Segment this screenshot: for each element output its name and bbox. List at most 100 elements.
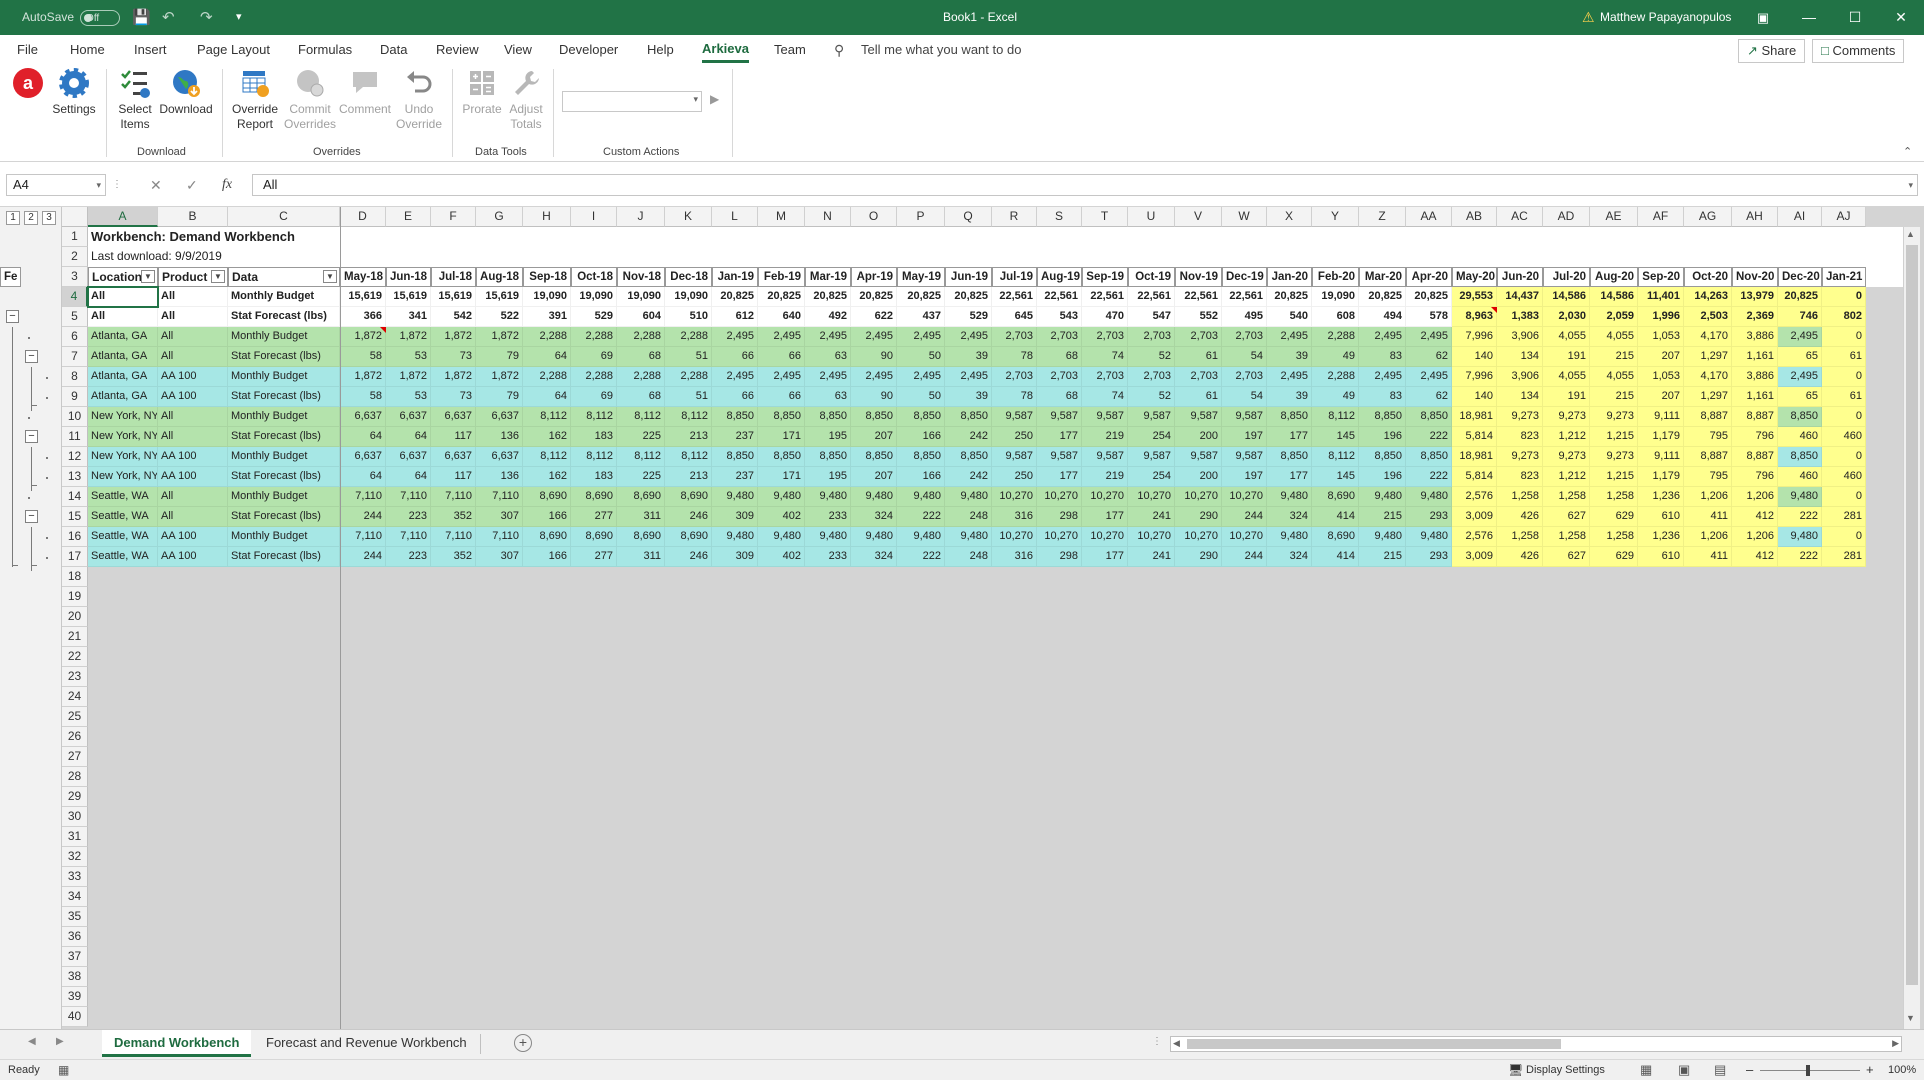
normal-view-icon[interactable]: ▦ xyxy=(1640,1060,1652,1080)
commit-overrides-button[interactable]: Commit Overrides xyxy=(282,67,338,132)
scroll-left-icon[interactable]: ◀ xyxy=(1173,1038,1180,1049)
cell-location[interactable]: Seattle, WA xyxy=(88,487,158,507)
cell-value[interactable]: 8,690 xyxy=(617,487,665,507)
cell-value[interactable]: 9,587 xyxy=(1128,407,1175,427)
override-report-button[interactable]: Override Report xyxy=(230,67,280,132)
cell-value[interactable]: 140 xyxy=(1452,347,1497,367)
horizontal-scrollbar[interactable]: ◀ ▶ xyxy=(1170,1036,1902,1052)
cell-value[interactable]: 20,825 xyxy=(1778,287,1822,307)
cell-value[interactable]: 604 xyxy=(617,307,665,327)
cell-value[interactable]: 9,480 xyxy=(1359,527,1406,547)
row-header-21[interactable]: 21 xyxy=(62,627,88,647)
cell-value[interactable]: 8,112 xyxy=(665,447,712,467)
cell-value[interactable]: 68 xyxy=(617,387,665,407)
cell-value[interactable]: 293 xyxy=(1406,507,1452,527)
cell-value[interactable]: 5,814 xyxy=(1452,427,1497,447)
zoom-slider[interactable] xyxy=(1760,1070,1860,1071)
cell-data[interactable]: Stat Forecast (lbs) xyxy=(228,467,340,487)
column-header-ai[interactable]: AI xyxy=(1778,207,1822,227)
cell-value[interactable]: 8,690 xyxy=(1312,487,1359,507)
column-header-l[interactable]: L xyxy=(712,207,758,227)
cell-value[interactable]: 1,872 xyxy=(476,327,523,347)
cell-value[interactable]: 62 xyxy=(1406,347,1452,367)
cell-value[interactable]: 10,270 xyxy=(992,527,1037,547)
cell-value[interactable]: 1,053 xyxy=(1638,367,1684,387)
cell-value[interactable]: 8,850 xyxy=(851,447,897,467)
cell-value[interactable]: 2,495 xyxy=(1267,367,1312,387)
cell-value[interactable]: 1,258 xyxy=(1497,487,1543,507)
cell-value[interactable]: 10,270 xyxy=(992,487,1037,507)
cell-value[interactable]: 2,495 xyxy=(758,367,805,387)
cell-value[interactable]: 145 xyxy=(1312,467,1359,487)
cell-value[interactable]: 2,703 xyxy=(1082,327,1128,347)
cell-location[interactable]: All xyxy=(88,307,158,327)
cell-value[interactable]: 50 xyxy=(897,347,945,367)
cell-value[interactable]: 8,887 xyxy=(1684,447,1732,467)
column-header-w[interactable]: W xyxy=(1222,207,1267,227)
cell-value[interactable]: 10,270 xyxy=(1037,487,1082,507)
cell-value[interactable]: 7,110 xyxy=(386,527,431,547)
cell-value[interactable]: 68 xyxy=(1037,387,1082,407)
zoom-in-icon[interactable]: + xyxy=(1866,1060,1874,1080)
cell-value[interactable]: 324 xyxy=(1267,547,1312,567)
cell-value[interactable]: 237 xyxy=(712,427,758,447)
cell-value[interactable]: 7,996 xyxy=(1452,327,1497,347)
cell-value[interactable]: 8,850 xyxy=(897,407,945,427)
cell-value[interactable]: 622 xyxy=(851,307,897,327)
row-header-27[interactable]: 27 xyxy=(62,747,88,767)
cell-value[interactable]: 54 xyxy=(1222,387,1267,407)
column-header-aa[interactable]: AA xyxy=(1406,207,1452,227)
cell-value[interactable]: 18,981 xyxy=(1452,447,1497,467)
cell-value[interactable]: 136 xyxy=(476,427,523,447)
row-header-20[interactable]: 20 xyxy=(62,607,88,627)
cell-value[interactable]: 8,112 xyxy=(1312,447,1359,467)
cell-value[interactable]: 298 xyxy=(1037,547,1082,567)
cell-value[interactable]: 3,886 xyxy=(1732,367,1778,387)
cell-value[interactable]: 2,495 xyxy=(945,367,992,387)
comment-button[interactable]: Comment xyxy=(338,67,392,117)
row-header-7[interactable]: 7 xyxy=(62,347,88,367)
cell-value[interactable]: 746 xyxy=(1778,307,1822,327)
cell-value[interactable]: 222 xyxy=(897,507,945,527)
cell-value[interactable]: 2,369 xyxy=(1732,307,1778,327)
cell-value[interactable]: 78 xyxy=(992,387,1037,407)
scroll-down-icon[interactable]: ▼ xyxy=(1906,1013,1915,1023)
row-header-26[interactable]: 26 xyxy=(62,727,88,747)
cell-value[interactable]: 2,495 xyxy=(851,327,897,347)
cell-value[interactable]: 254 xyxy=(1128,467,1175,487)
cell-value[interactable]: 6,637 xyxy=(386,447,431,467)
cell-value[interactable]: 244 xyxy=(340,507,386,527)
column-header-r[interactable]: R xyxy=(992,207,1037,227)
cell-value[interactable]: 411 xyxy=(1684,547,1732,567)
cell-value[interactable]: 0 xyxy=(1822,367,1866,387)
scroll-right-icon[interactable]: ▶ xyxy=(1892,1038,1899,1049)
cell-value[interactable]: 9,480 xyxy=(1267,487,1312,507)
cell-value[interactable]: 7,110 xyxy=(340,527,386,547)
cell-value[interactable]: 10,270 xyxy=(1128,487,1175,507)
cell-value[interactable]: 316 xyxy=(992,547,1037,567)
cell-value[interactable]: 8,112 xyxy=(665,407,712,427)
download-button[interactable]: Download xyxy=(158,67,214,117)
cell-value[interactable]: 19,090 xyxy=(665,287,712,307)
cell-value[interactable]: 1,872 xyxy=(431,367,476,387)
cell-value[interactable]: 69 xyxy=(571,347,617,367)
cell-value[interactable]: 22,561 xyxy=(1128,287,1175,307)
cell-value[interactable]: 195 xyxy=(805,427,851,447)
cell-value[interactable]: 10,270 xyxy=(1128,527,1175,547)
page-layout-view-icon[interactable]: ▣ xyxy=(1678,1060,1690,1080)
cell-value[interactable]: 8,690 xyxy=(665,487,712,507)
cell-value[interactable]: 246 xyxy=(665,547,712,567)
cell-value[interactable]: 63 xyxy=(805,387,851,407)
cell-value[interactable]: 529 xyxy=(571,307,617,327)
cell-value[interactable]: 39 xyxy=(1267,347,1312,367)
cell-value[interactable]: 8,850 xyxy=(712,447,758,467)
cell-value[interactable]: 426 xyxy=(1497,547,1543,567)
cell-value[interactable]: 166 xyxy=(523,547,571,567)
cell-value[interactable]: 8,112 xyxy=(617,407,665,427)
cell-value[interactable]: 74 xyxy=(1082,387,1128,407)
cell-value[interactable]: 4,055 xyxy=(1590,327,1638,347)
cell-value[interactable]: 177 xyxy=(1037,467,1082,487)
cell-value[interactable]: 2,288 xyxy=(571,327,617,347)
cell-value[interactable]: 29,553 xyxy=(1452,287,1497,307)
cell-value[interactable]: 2,059 xyxy=(1590,307,1638,327)
